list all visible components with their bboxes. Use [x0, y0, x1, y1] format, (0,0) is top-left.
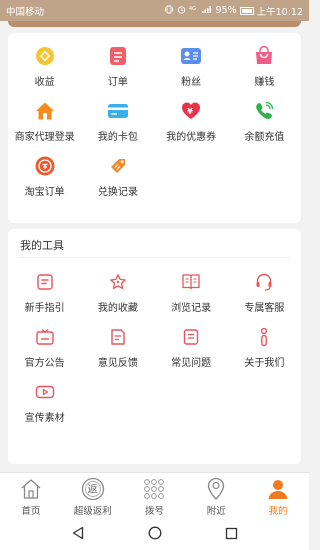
tool-label: 新手指引: [24, 303, 65, 314]
tool-label: 意见反馈: [97, 358, 138, 369]
tool-my-favorites[interactable]: 我的收藏: [81, 259, 154, 314]
tool-browse-history[interactable]: 浏览记录: [155, 259, 228, 314]
dialpad-icon: [142, 477, 166, 501]
service-label: 收益: [34, 77, 55, 88]
service-exchange-records[interactable]: 兑换记录: [81, 143, 154, 198]
user-icon: [266, 477, 290, 501]
tools-grid: 新手指引 我的收藏 浏览记录 专属客服 官方公告 意见反馈 常见问题 关于我们 …: [8, 259, 301, 424]
service-merchant-login[interactable]: 商家代理登录: [8, 88, 81, 143]
tab-nearby[interactable]: 附近: [185, 473, 247, 518]
svg-text:4G: 4G: [189, 6, 196, 12]
fans-icon: [180, 45, 202, 66]
tab-label: 超级返利: [73, 506, 112, 517]
service-fans[interactable]: 粉丝: [155, 33, 228, 88]
signal-icon: [201, 5, 212, 17]
clock: 上午10:12: [256, 6, 303, 18]
service-label: 我的卡包: [97, 132, 138, 143]
vibrate-icon: [164, 5, 174, 17]
location-icon: [204, 477, 228, 501]
headset-icon: [253, 271, 275, 292]
svg-text:¥: ¥: [187, 107, 193, 116]
bottom-tab-bar: 首页 返 超级返利 拨号 附近 我的: [0, 472, 309, 518]
house-icon: [34, 100, 56, 121]
faq-icon: [180, 326, 202, 347]
tab-mine[interactable]: 我的: [247, 473, 309, 518]
service-orders[interactable]: 订单: [81, 33, 154, 88]
service-balance-topup[interactable]: 余额充值: [228, 88, 301, 143]
carrier-label: 中国移动: [6, 6, 45, 18]
tool-official-notice[interactable]: 官方公告: [8, 314, 81, 369]
status-bar: 中国移动 4G 95% 上午10:12: [0, 0, 309, 21]
header-remnant: [0, 21, 309, 30]
taobao-icon: [34, 155, 56, 176]
tool-label: 官方公告: [24, 358, 65, 369]
guide-icon: [34, 271, 56, 292]
tool-label: 关于我们: [244, 358, 285, 369]
service-coupons[interactable]: ¥ 我的优惠券: [155, 88, 228, 143]
info-icon: [253, 326, 275, 347]
service-make-money[interactable]: 赚钱: [228, 33, 301, 88]
book-icon: [180, 271, 202, 292]
network-4g-icon: 4G: [189, 5, 198, 17]
tool-label: 浏览记录: [171, 303, 212, 314]
tab-label: 我的: [268, 506, 288, 517]
tool-beginner-guide[interactable]: 新手指引: [8, 259, 81, 314]
tool-label: 专属客服: [244, 303, 285, 314]
service-taobao-orders[interactable]: 淘宝订单: [8, 143, 81, 198]
bag-icon: [253, 45, 275, 66]
svg-text:返: 返: [87, 484, 97, 496]
tool-label: 宣传素材: [24, 413, 65, 424]
tool-feedback[interactable]: 意见反馈: [81, 314, 154, 369]
coin-icon: [34, 45, 56, 66]
alarm-icon: [177, 5, 186, 17]
service-label: 赚钱: [254, 77, 275, 88]
tool-label: 常见问题: [171, 358, 212, 369]
home-circle-icon[interactable]: [148, 525, 162, 544]
card-icon: [107, 100, 129, 121]
tab-label: 拨号: [144, 506, 164, 517]
service-label: 商家代理登录: [14, 132, 75, 143]
tv-icon: [34, 326, 56, 347]
services-card: 收益 订单 粉丝 赚钱 商家代理登录 我的卡包 ¥ 我的优惠券 余额充值 淘宝订…: [8, 33, 301, 223]
status-indicators: 4G 95% 上午10:12: [164, 4, 303, 18]
tool-promo-material[interactable]: 宣传素材: [8, 369, 81, 424]
tools-divider: [18, 257, 291, 258]
home-icon: [19, 477, 43, 501]
tool-customer-service[interactable]: 专属客服: [228, 259, 301, 314]
back-icon[interactable]: [71, 525, 85, 544]
star-icon: [107, 271, 129, 292]
video-icon: [34, 381, 56, 402]
battery-percent: 95%: [215, 5, 237, 16]
service-card-wallet[interactable]: 我的卡包: [81, 88, 154, 143]
exchange-icon: [107, 155, 129, 176]
tab-dial[interactable]: 拨号: [124, 473, 186, 518]
tools-title: 我的工具: [20, 239, 64, 252]
service-label: 余额充值: [244, 132, 285, 143]
service-label: 我的优惠券: [166, 132, 217, 143]
phone-icon: [253, 100, 275, 121]
heart-coupon-icon: ¥: [180, 100, 202, 121]
system-nav-bar: [0, 518, 309, 550]
recents-icon[interactable]: [225, 525, 238, 544]
tools-card: 我的工具 新手指引 我的收藏 浏览记录 专属客服 官方公告 意见反馈 常见问题 …: [8, 229, 301, 464]
feedback-icon: [107, 326, 129, 347]
battery-icon: [239, 6, 254, 15]
tab-label: 附近: [206, 506, 226, 517]
service-label: 粉丝: [181, 77, 202, 88]
order-icon: [107, 45, 129, 66]
tab-label: 首页: [21, 506, 41, 517]
service-label: 订单: [107, 77, 128, 88]
rebate-icon: 返: [81, 477, 105, 501]
service-label: 兑换记录: [97, 187, 138, 198]
tab-super-rebate[interactable]: 返 超级返利: [62, 473, 124, 518]
tool-label: 我的收藏: [97, 303, 138, 314]
tab-home[interactable]: 首页: [0, 473, 62, 518]
tool-faq[interactable]: 常见问题: [155, 314, 228, 369]
service-earnings[interactable]: 收益: [8, 33, 81, 88]
services-grid: 收益 订单 粉丝 赚钱 商家代理登录 我的卡包 ¥ 我的优惠券 余额充值 淘宝订…: [8, 33, 301, 198]
service-label: 淘宝订单: [24, 187, 65, 198]
tool-about-us[interactable]: 关于我们: [228, 314, 301, 369]
